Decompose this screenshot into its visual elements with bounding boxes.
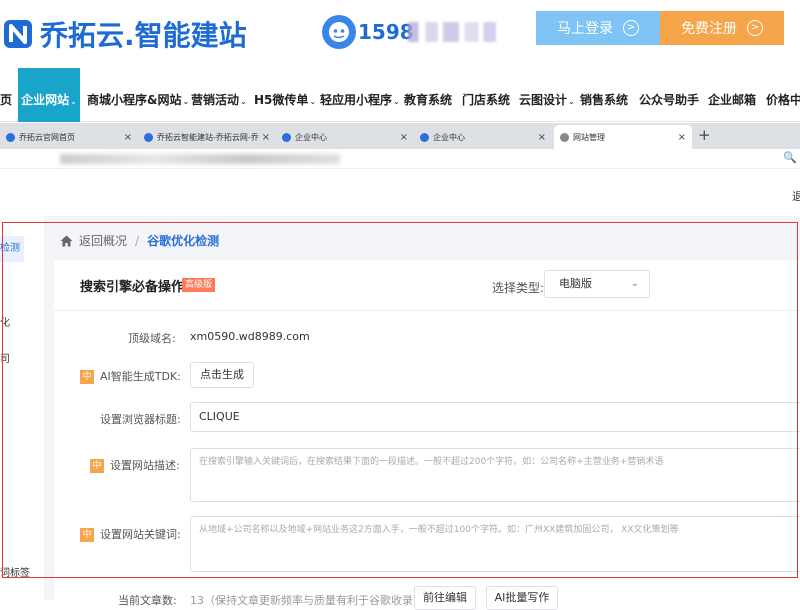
close-icon[interactable]: × xyxy=(538,132,546,143)
chevron-down-icon: ⌄ xyxy=(393,97,400,106)
arrow-right-icon: > xyxy=(623,20,639,36)
sidebar: 检测 化 司 词标签 xyxy=(0,216,44,600)
site-favicon-icon xyxy=(420,132,429,142)
new-tab-icon[interactable]: + xyxy=(698,126,711,144)
globe-icon xyxy=(560,132,569,142)
site-favicon-icon xyxy=(144,132,153,142)
chevron-down-icon: ⌄ xyxy=(70,97,77,106)
login-label: 马上登录 xyxy=(557,21,613,37)
customer-service-icon xyxy=(322,15,356,49)
address-bar[interactable]: 🔍 xyxy=(0,149,800,169)
ai-batch-write-button[interactable]: AI批量写作 xyxy=(486,586,558,610)
type-select-value: 电脑版 xyxy=(559,277,592,290)
nav-item-h5[interactable]: H5微传单⌄ xyxy=(254,68,316,122)
close-icon[interactable]: × xyxy=(124,132,132,143)
nav-item-email[interactable]: 企业邮箱 xyxy=(708,68,756,122)
nav-item-mall[interactable]: 商城小程序&网站⌄ xyxy=(87,68,189,122)
panel-title: 搜索引擎必备操作 xyxy=(80,280,185,295)
chevron-down-icon: ⌄ xyxy=(630,278,639,289)
site-keywords-label: 中设置网站关键词: xyxy=(80,526,181,542)
site-description-label: 中设置网站描述: xyxy=(90,457,180,473)
zhong-tag-icon: 中 xyxy=(90,459,104,473)
zoom-icon[interactable]: 🔍 xyxy=(783,151,797,164)
nav-item-marketing[interactable]: 营销活动⌄ xyxy=(191,68,247,122)
generate-tdk-button[interactable]: 点击生成 xyxy=(190,362,254,388)
browser-tab-active[interactable]: 网站管理 × xyxy=(554,125,692,149)
article-count-label: 当前文章数: xyxy=(118,594,177,607)
type-select[interactable]: 电脑版 ⌄ xyxy=(544,270,650,298)
browser-tab[interactable]: 乔拓云官网首页 × xyxy=(0,125,138,149)
register-label: 免费注册 xyxy=(681,21,737,37)
phone-number-redacted xyxy=(408,22,496,42)
nav-item-education[interactable]: 教育系统 xyxy=(404,68,452,122)
sidebar-item[interactable]: 化 xyxy=(0,314,10,329)
main-content: 检测 化 司 词标签 返回概况 / 谷歌优化检测 搜索引擎必备操作 高级版 选择… xyxy=(0,216,800,610)
breadcrumb-separator: / xyxy=(135,233,140,248)
edit-article-button[interactable]: 前往编辑 xyxy=(414,586,476,610)
logout-link[interactable]: 退 xyxy=(792,188,800,204)
browser-tab[interactable]: 乔拓云智能建站-乔拓云网-乔 × xyxy=(138,125,276,149)
logo-text: 乔拓云.智能建站 xyxy=(40,19,247,52)
browser-tab-bar: 乔拓云官网首页 × 乔拓云智能建站-乔拓云网-乔 × 企业中心 × 企业中心 ×… xyxy=(0,123,800,149)
premium-badge: 高级版 xyxy=(182,278,216,292)
nav-item-wechat-assistant[interactable]: 公众号助手 xyxy=(639,68,699,122)
register-button[interactable]: 免费注册 > xyxy=(660,11,784,45)
site-description-textarea[interactable]: 在搜索引擎输入关键词后，在搜索结果下面的一段描述。一般不超过200个字符。如：公… xyxy=(190,448,800,502)
breadcrumb: 返回概况 / 谷歌优化检测 xyxy=(60,232,219,249)
close-icon[interactable]: × xyxy=(400,132,408,143)
browser-title-label: 设置浏览器标题: xyxy=(100,413,181,426)
site-favicon-icon xyxy=(6,132,15,142)
nav-item-home[interactable]: 页 xyxy=(0,68,12,122)
zhong-tag-icon: 中 xyxy=(80,370,94,384)
login-button[interactable]: 马上登录 > xyxy=(536,11,660,45)
nav-item-cloud-design[interactable]: 云图设计⌄ xyxy=(519,68,575,122)
sidebar-item[interactable]: 词标签 xyxy=(0,564,30,579)
browser-tab[interactable]: 企业中心 × xyxy=(414,125,552,149)
url-redacted xyxy=(60,154,340,164)
type-label: 选择类型: xyxy=(492,281,545,295)
chevron-down-icon: ⌄ xyxy=(309,97,317,106)
back-to-overview-link[interactable]: 返回概况 xyxy=(79,232,127,249)
browser-title-input[interactable]: CLIQUE xyxy=(190,402,800,432)
nav-item-pricing[interactable]: 价格中心 xyxy=(766,68,800,122)
phone-number: 1598 xyxy=(358,20,414,44)
nav-item-store[interactable]: 门店系统 xyxy=(462,68,510,122)
site-favicon-icon xyxy=(282,132,291,142)
logo-icon xyxy=(4,20,32,48)
domain-label: 顶级域名: xyxy=(128,332,176,345)
nav-item-enterprise-website[interactable]: 企业网站⌄ xyxy=(18,68,80,122)
page-toolbar: 退 xyxy=(0,170,800,216)
ai-tdk-label: 中 AI智能生成TDK: xyxy=(80,368,181,384)
article-count-value: 13（保持文章更新频率与质量有利于谷歌收录） xyxy=(190,594,424,607)
site-keywords-textarea[interactable]: 从地域+公司名称以及地域+网站业务这2方面入手，一般不超过100个字符。如：广州… xyxy=(190,516,800,572)
chevron-down-icon: ⌄ xyxy=(240,97,247,106)
arrow-right-icon: > xyxy=(747,20,763,36)
domain-value: xm0590.wd8989.com xyxy=(190,330,310,343)
sidebar-item-active[interactable]: 检测 xyxy=(0,236,24,262)
zhong-tag-icon: 中 xyxy=(80,528,94,542)
site-header: 乔拓云.智能建站 1598 马上登录 > 免费注册 > xyxy=(0,0,800,66)
sidebar-item[interactable]: 司 xyxy=(0,350,10,365)
close-icon[interactable]: × xyxy=(262,132,270,143)
browser-tab[interactable]: 企业中心 × xyxy=(276,125,414,149)
chevron-down-icon: ⌄ xyxy=(568,97,575,106)
main-nav: 页 企业网站⌄ 商城小程序&网站⌄ 营销活动⌄ H5微传单⌄ 轻应用小程序⌄ 教… xyxy=(0,68,800,122)
nav-item-light-app[interactable]: 轻应用小程序⌄ xyxy=(320,68,400,122)
chevron-down-icon: ⌄ xyxy=(182,97,190,106)
nav-item-sales[interactable]: 销售系统 xyxy=(580,68,628,122)
divider xyxy=(54,310,800,311)
close-icon[interactable]: × xyxy=(678,132,686,143)
home-icon[interactable] xyxy=(60,235,73,247)
breadcrumb-current: 谷歌优化检测 xyxy=(147,234,220,248)
